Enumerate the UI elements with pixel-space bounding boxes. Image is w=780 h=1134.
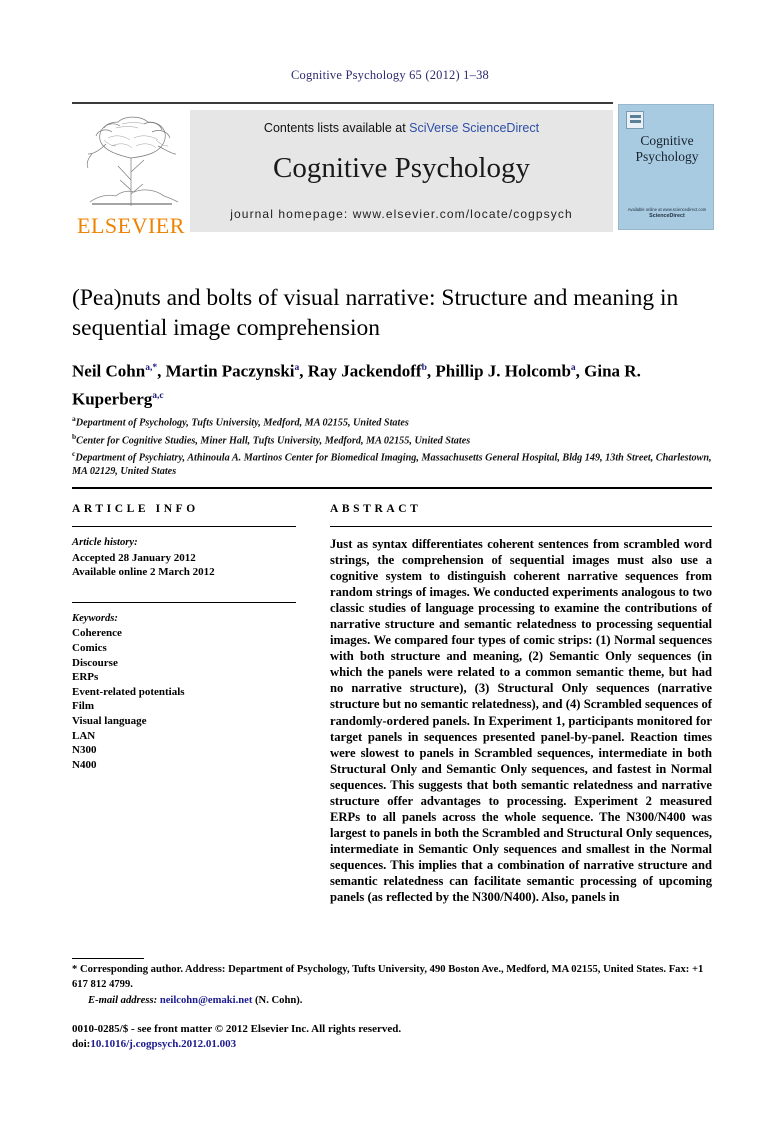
keywords-block: Keywords: Coherence Comics Discourse ERPs Ev… [72, 612, 296, 773]
elsevier-tree-icon [86, 116, 179, 206]
journal-masthead: ELSEVIER Contents lists available at Sci… [72, 102, 613, 238]
affiliation-list: aDepartment of Psychology, Tufts Univers… [72, 412, 712, 478]
elsevier-wordmark: ELSEVIER [77, 213, 185, 238]
affiliation: cDepartment of Psychiatry, Athinoula A. … [72, 449, 712, 477]
author-name: Ray Jackendoff [307, 361, 422, 381]
cover-footer-small: Available online at www.sciencedirect.co… [627, 207, 707, 212]
author-affiliation-mark: a [294, 363, 300, 373]
author-affiliation-mark: a,* [145, 363, 158, 373]
journal-cover-thumbnail: Cognitive Psychology Available online at… [618, 104, 714, 230]
keywords-list: Coherence Comics Discourse ERPs Event-relate… [72, 626, 296, 772]
running-head: Cognitive Psychology 65 (2012) 1–38 [291, 68, 489, 82]
article-info-rule [72, 526, 296, 527]
article-info-column: ARTICLE INFO Article history: Accepted 2… [72, 503, 296, 772]
author-name: Martin Paczynski [165, 361, 295, 381]
journal-title: Cognitive Psychology [273, 152, 530, 184]
copyright-block: 0010-0285/$ - see front matter © 2012 El… [72, 1022, 712, 1052]
article-history-label: Article history: [72, 537, 138, 548]
doi-line: doi:10.1016/j.cogpsych.2012.01.003 [72, 1037, 712, 1052]
paper-page: Cognitive Psychology 65 (2012) 1–38 ELSE… [0, 0, 780, 1134]
keyword-item: Visual language [72, 714, 147, 727]
author-list: Neil Cohna,*, Martin Paczynskia, Ray Jac… [72, 361, 641, 409]
keyword-item: Comics [72, 641, 107, 654]
keyword-item: LAN [72, 729, 96, 742]
page-title: (Pea)nuts and bolts of visual narrative:… [72, 285, 679, 341]
cover-footer-brand: ScienceDirect [649, 213, 685, 219]
journal-homepage-link[interactable]: journal homepage: www.elsevier.com/locat… [190, 207, 613, 221]
author-name: Neil Cohn [72, 361, 146, 381]
columns-top-rule [72, 487, 712, 489]
abstract-text: Just as syntax differentiates coherent s… [330, 537, 712, 905]
footnote-rule [72, 958, 144, 959]
affiliation: aDepartment of Psychology, Tufts Univers… [72, 414, 409, 429]
cover-title-line2: Psychology [635, 149, 699, 164]
cover-footer: Available online at www.sciencedirect.co… [619, 207, 715, 219]
email-link[interactable]: neilcohn@emaki.net [160, 995, 253, 1006]
keyword-item: ERPs [72, 671, 99, 684]
article-history: Article history: Accepted 28 January 201… [72, 536, 296, 580]
author-name: Phillip J. Holcomb [435, 361, 571, 381]
cover-title-line1: Cognitive [640, 133, 694, 148]
sciencedirect-link[interactable]: SciVerse ScienceDirect [409, 121, 539, 135]
keywords-label: Keywords: [72, 612, 118, 624]
keyword-item: Discourse [72, 656, 118, 669]
masthead-top-rule [72, 102, 613, 104]
masthead-banner: Contents lists available at SciVerse Sci… [190, 110, 613, 232]
keyword-item: Coherence [72, 627, 122, 640]
email-label: E-mail address: [88, 995, 158, 1006]
corresponding-author-note: * Corresponding author. Address: Departm… [72, 964, 704, 990]
abstract-rule [330, 526, 712, 527]
affiliation-mark: c [72, 449, 76, 459]
keyword-item: N400 [72, 758, 97, 771]
article-history-online: Available online 2 March 2012 [72, 566, 215, 579]
article-history-accepted: Accepted 28 January 2012 [72, 551, 196, 564]
contents-lists-line: Contents lists available at SciVerse Sci… [190, 121, 613, 135]
keyword-item: N300 [72, 744, 97, 757]
abstract-column: ABSTRACT Just as syntax differentiates c… [330, 503, 712, 905]
keyword-item: Event-related potentials [72, 685, 185, 698]
keywords-rule [72, 601, 296, 603]
cover-title: Cognitive Psychology [619, 133, 715, 165]
affiliation-mark: b [72, 431, 77, 441]
email-suffix: (N. Cohn). [255, 995, 303, 1006]
affiliation-mark: a [72, 414, 76, 423]
doi-label: doi: [72, 1038, 91, 1050]
elsevier-mini-logo-icon [626, 111, 644, 129]
author-affiliation-mark: a,c [152, 390, 164, 401]
contents-lists-prefix: Contents lists available at [263, 121, 410, 135]
issn-line: 0010-0285/$ - see front matter © 2012 El… [72, 1023, 402, 1035]
affiliation: bCenter for Cognitive Studies, Miner Hal… [72, 431, 471, 446]
author-affiliation-mark: b [421, 363, 427, 373]
email-note: E-mail address: neilcohn@emaki.net (N. C… [72, 995, 712, 1006]
keyword-item: Film [72, 700, 94, 713]
article-info-heading: ARTICLE INFO [72, 503, 199, 515]
doi-link[interactable]: 10.1016/j.cogpsych.2012.01.003 [90, 1038, 236, 1050]
abstract-heading: ABSTRACT [330, 503, 422, 515]
author-affiliation-mark: a [570, 363, 576, 373]
elsevier-logo: ELSEVIER [72, 110, 190, 238]
